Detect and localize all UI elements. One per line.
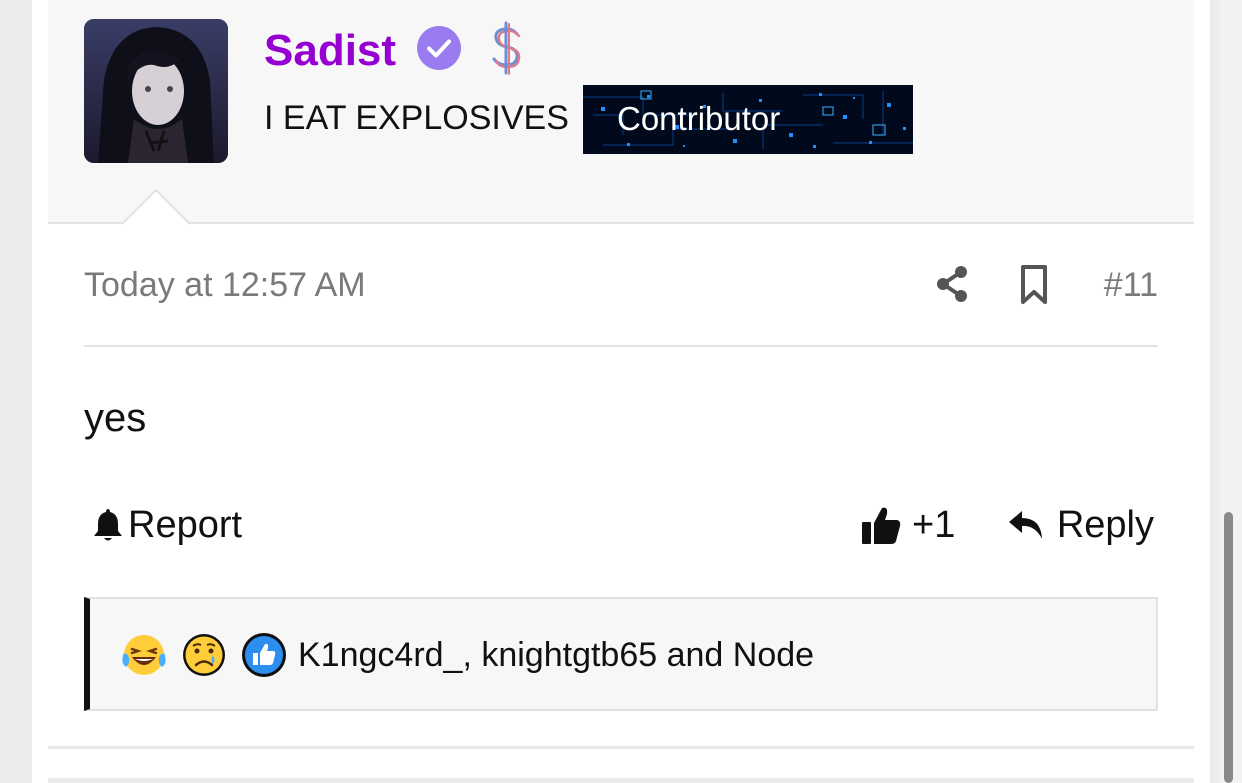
verified-check-icon [417, 26, 461, 70]
divider [48, 746, 1194, 749]
report-label: Report [128, 503, 243, 546]
reaction-users[interactable]: K1ngc4rd_, knightgtb65 and Node [298, 634, 814, 676]
sad-crying-emoji [183, 634, 225, 676]
thumbs-up-reaction-icon [242, 633, 286, 677]
reactions-bar[interactable]: K1ngc4rd_, knightgtb65 and Node [84, 597, 1158, 711]
user-title: I EAT EXPLOSIVES [264, 99, 569, 137]
post-card: Sadist I EAT EXPLOSIVES Contributor Toda… [32, 0, 1210, 783]
report-button[interactable]: Report [92, 500, 242, 550]
post-number[interactable]: #11 [1104, 264, 1158, 306]
reply-label: Reply [1056, 503, 1154, 546]
thumbs-up-icon [862, 507, 901, 544]
contributor-badge: Contributor [583, 85, 913, 154]
like-button[interactable]: +1 [860, 500, 955, 550]
next-post-edge [48, 778, 1194, 783]
reply-button[interactable]: Reply [1007, 500, 1154, 550]
share-icon[interactable] [934, 264, 970, 304]
like-label: +1 [912, 503, 956, 546]
header-pointer-arrow [122, 189, 190, 225]
avatar[interactable] [84, 19, 228, 163]
laughing-crying-emoji [122, 635, 166, 675]
post-meta-row: Today at 12:57 AM #11 [84, 262, 1158, 308]
dollar-sign-icon [492, 21, 521, 75]
post-message: yes [84, 396, 147, 440]
username[interactable]: Sadist [264, 26, 396, 76]
reply-arrow-icon [1008, 511, 1042, 539]
scrollbar-thumb[interactable] [1224, 512, 1233, 783]
badge-label: Contributor [617, 100, 781, 137]
post-timestamp[interactable]: Today at 12:57 AM [84, 264, 366, 306]
bell-icon [94, 509, 122, 541]
post-user-header: Sadist I EAT EXPLOSIVES Contributor [48, 0, 1194, 225]
bookmark-icon[interactable] [1018, 264, 1050, 306]
divider [84, 345, 1158, 347]
post-actions: Report +1 Reply [84, 500, 1158, 550]
